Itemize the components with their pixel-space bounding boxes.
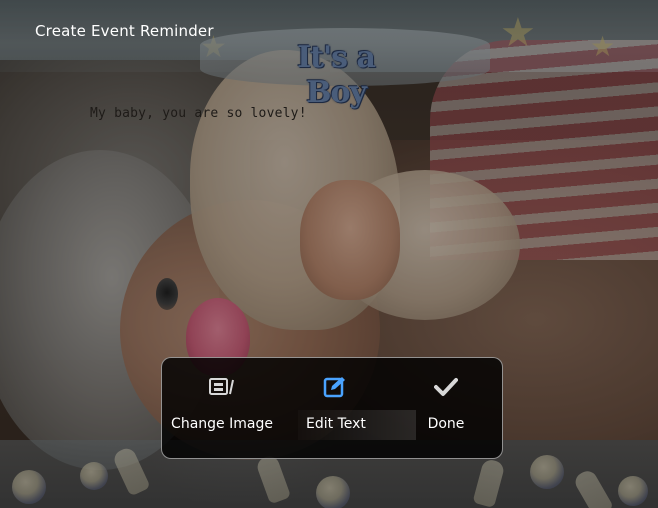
photo-frame-screen: ★ ★ ★ It's a Boy Create Event Reminder M… xyxy=(0,0,658,508)
change-image-icon xyxy=(208,374,236,400)
done-button[interactable]: Done xyxy=(410,358,482,458)
edit-text-button[interactable]: Edit Text xyxy=(286,358,386,458)
screen-title: Create Event Reminder xyxy=(35,22,214,40)
photo-caption-text[interactable]: My baby, you are so lovely! xyxy=(90,106,307,121)
edit-text-icon xyxy=(323,374,349,400)
change-image-label: Change Image xyxy=(171,416,273,432)
action-menu: Change Image Edit Text Done xyxy=(161,357,503,459)
done-label: Done xyxy=(427,416,465,432)
change-image-button[interactable]: Change Image xyxy=(166,358,278,458)
checkmark-icon xyxy=(434,374,458,400)
edit-text-label: Edit Text xyxy=(306,416,366,432)
